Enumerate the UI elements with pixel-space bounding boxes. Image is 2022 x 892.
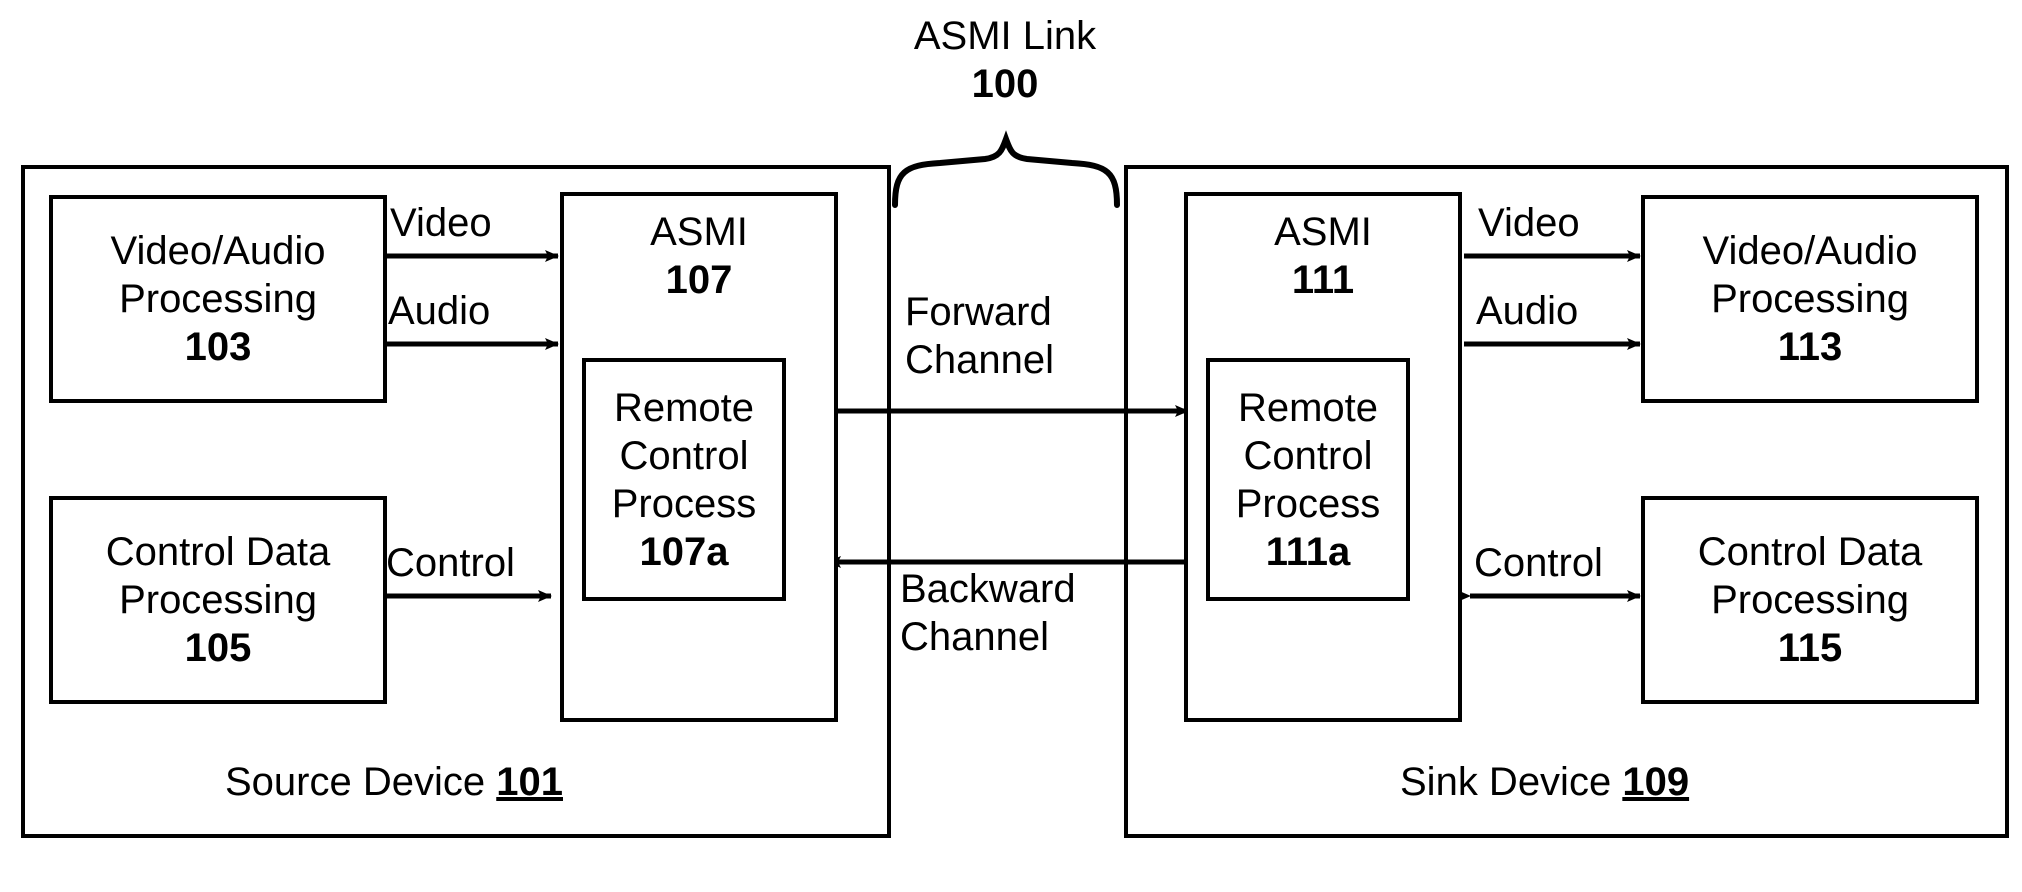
- block-control-data-processing-105[interactable]: Control Data Processing 105: [49, 496, 387, 704]
- forward-channel-label: Forward Channel: [905, 288, 1125, 384]
- block-ref: 115: [1777, 626, 1843, 670]
- nested-ref: 111a: [1265, 529, 1351, 574]
- nested-ref: 107a: [639, 529, 729, 574]
- block-ref: 107: [665, 258, 733, 302]
- block-title: ASMI: [650, 210, 748, 254]
- block-ref: 111: [1291, 258, 1355, 302]
- block-title-line2: Processing: [119, 277, 317, 321]
- block-video-audio-processing-113[interactable]: Video/Audio Processing 113: [1641, 195, 1979, 403]
- block-video-audio-processing-103[interactable]: Video/Audio Processing 103: [49, 195, 387, 403]
- block-title-line1: Control Data: [1697, 530, 1923, 574]
- backward-channel-line2: Channel: [900, 615, 1050, 659]
- block-remote-control-process-107a[interactable]: Remote Control Process 107a: [582, 358, 786, 601]
- block-ref: 105: [184, 626, 252, 670]
- patent-figure-canvas: ASMI Link 100 Video/Audio Processing 103…: [0, 0, 2022, 892]
- nested-line1: Remote: [1237, 385, 1379, 430]
- block-title: ASMI: [1274, 210, 1372, 254]
- sink-device-label-text: Sink Device: [1400, 760, 1612, 804]
- source-device-ref: 101: [496, 760, 563, 804]
- nested-line1: Remote: [613, 385, 755, 430]
- asmi-111-heading: ASMI 111: [1188, 208, 1458, 304]
- block-ref: 103: [184, 325, 252, 369]
- block-asmi-111[interactable]: ASMI 111 Remote Control Process 111a: [1184, 192, 1462, 722]
- nested-line2: Control: [1243, 433, 1373, 478]
- sink-device-ref: 109: [1622, 760, 1690, 804]
- block-asmi-107[interactable]: ASMI 107 Remote Control Process 107a: [560, 192, 838, 722]
- backward-channel-label: Backward Channel: [900, 565, 1140, 661]
- audio-arrow-label-src: Audio: [388, 289, 491, 333]
- video-arrow-label-sink: Video: [1478, 201, 1580, 245]
- audio-arrow-label-sink: Audio: [1476, 289, 1579, 333]
- block-title-line2: Processing: [1711, 277, 1909, 321]
- control-arrow-label-src: Control: [386, 541, 515, 585]
- forward-channel-line2: Channel: [905, 338, 1055, 382]
- source-device-label: Source Device 101: [225, 760, 563, 805]
- backward-channel-line1: Backward: [900, 567, 1076, 611]
- source-device-label-text: Source Device: [225, 760, 486, 804]
- block-control-data-processing-115[interactable]: Control Data Processing 115: [1641, 496, 1979, 704]
- block-title-line1: Video/Audio: [1702, 229, 1918, 273]
- curly-brace-icon: [892, 130, 1120, 208]
- nested-line3: Process: [611, 481, 757, 526]
- block-title-line2: Processing: [1711, 578, 1909, 622]
- control-arrow-label-sink: Control: [1474, 541, 1603, 585]
- video-arrow-label-src: Video: [390, 201, 492, 245]
- block-ref: 113: [1777, 325, 1843, 369]
- nested-line3: Process: [1235, 481, 1381, 526]
- forward-channel-line1: Forward: [905, 290, 1052, 334]
- block-title-line1: Control Data: [105, 530, 331, 574]
- block-title-line2: Processing: [119, 578, 317, 622]
- nested-line2: Control: [619, 433, 749, 478]
- block-title-line1: Video/Audio: [110, 229, 326, 273]
- sink-device-label: Sink Device 109: [1400, 760, 1689, 805]
- block-remote-control-process-111a[interactable]: Remote Control Process 111a: [1206, 358, 1410, 601]
- asmi-107-heading: ASMI 107: [564, 208, 834, 304]
